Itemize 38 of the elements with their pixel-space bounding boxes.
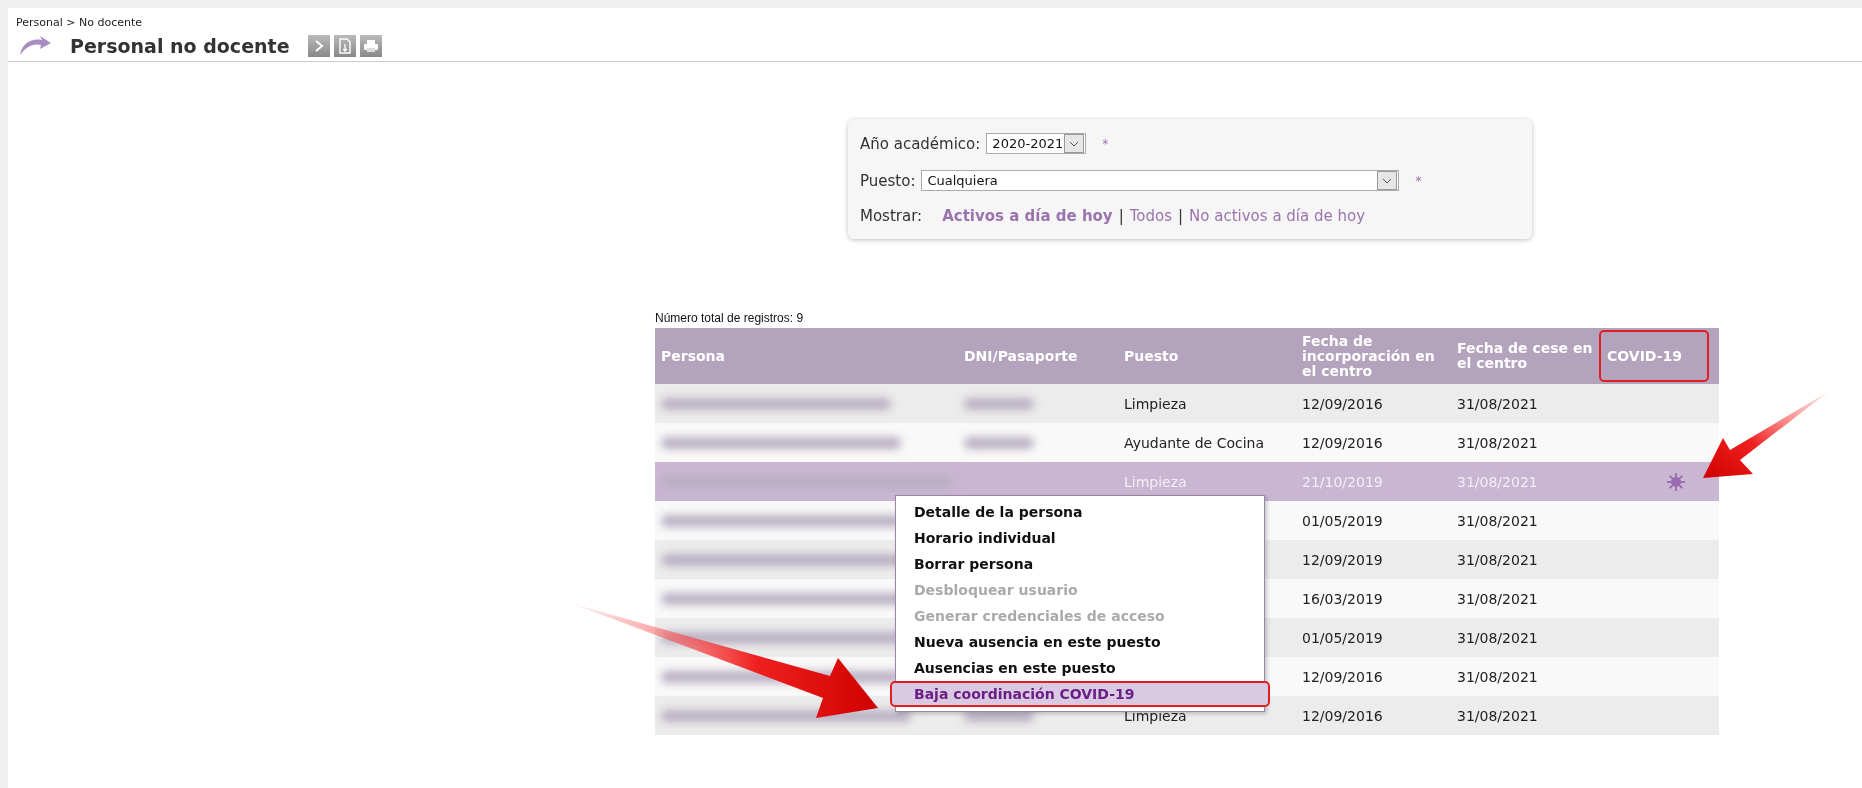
table-cell: 31/08/2021 [1457,512,1538,529]
required-mark: * [1102,136,1109,151]
table-cell: 31/08/2021 [1457,434,1538,451]
table-cell: 12/09/2016 [1302,707,1383,724]
table-cell: 12/09/2016 [1302,668,1383,685]
field-label: Puesto: [860,171,916,190]
table-cell: 21/10/2019 [1302,473,1383,490]
field-label: Mostrar: [860,207,923,225]
column-header: DNI/Pasaporte [963,346,1079,366]
table-cell: 31/08/2021 [1457,590,1538,607]
table-cell: 01/05/2019 [1302,512,1383,529]
table-cell: 31/08/2021 [1457,473,1538,490]
table-cell: 12/09/2016 [1302,434,1383,451]
column-header: COVID-19 [1599,330,1709,382]
table-cell: 01/05/2019 [1302,629,1383,646]
table-cell: Limpieza [1124,395,1187,412]
table-cell: 16/03/2019 [1302,590,1383,607]
table-cell: Limpieza [1124,707,1187,724]
table-cell: 12/09/2019 [1302,551,1383,568]
separator-text: | [1118,207,1124,225]
field-label: Año académico: [860,134,981,153]
breadcrumb: Personal > No docente [15,15,143,29]
table-cell: 31/08/2021 [1457,629,1538,646]
table-cell: 31/08/2021 [1457,395,1538,412]
table-cell: 31/08/2021 [1457,707,1538,724]
table-cell: Limpieza [1124,473,1187,490]
table-cell: 31/08/2021 [1457,551,1538,568]
table-cell: 31/08/2021 [1457,668,1538,685]
column-header: Fecha de cese en el centro [1456,339,1594,373]
required-mark: * [1415,173,1422,188]
page-title: Personal no docente [70,35,290,57]
column-header: Fecha de incorporación en el centro [1301,331,1436,381]
column-header: Persona [660,346,727,366]
table-cell: Ayudante de Cocina [1124,434,1264,451]
table-cell: 12/09/2016 [1302,395,1383,412]
column-header: Puesto [1123,346,1180,366]
record-count: Número total de registros: 9 [655,311,805,325]
separator-text: | [1178,207,1184,225]
